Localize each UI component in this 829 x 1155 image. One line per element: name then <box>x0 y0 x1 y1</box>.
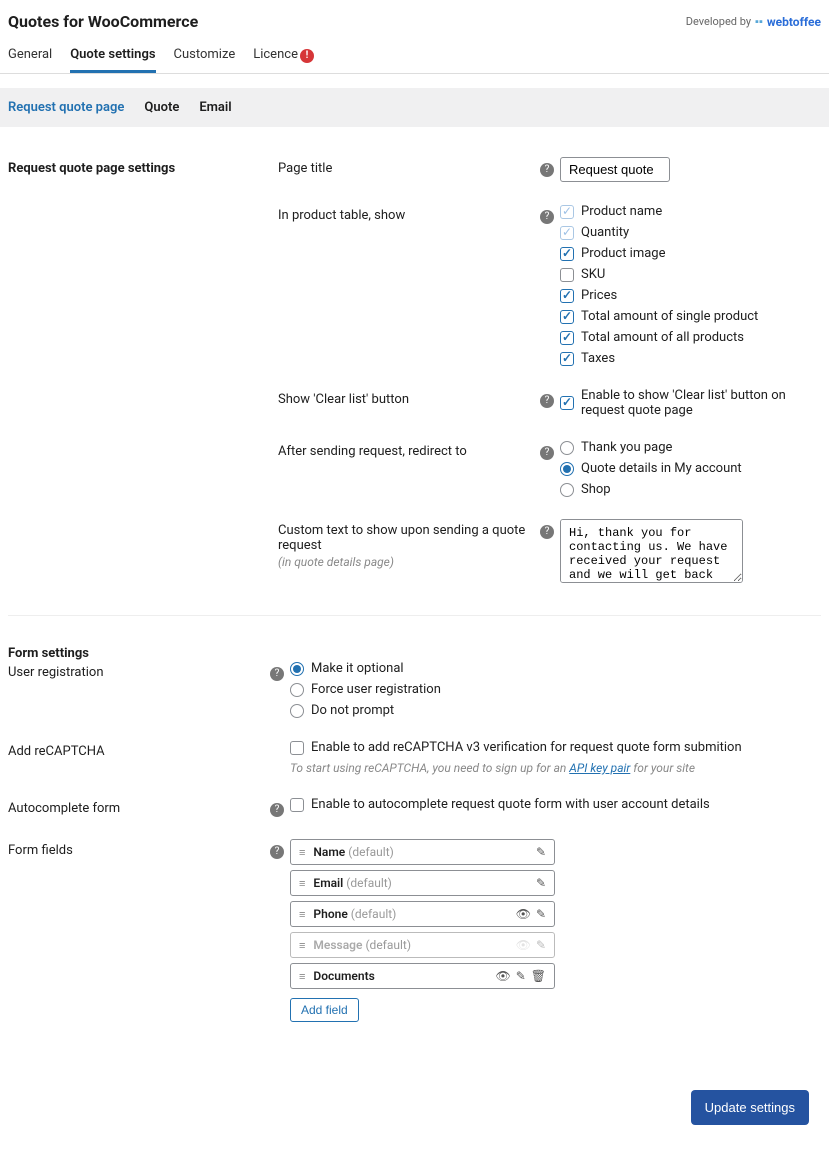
radio-userreg-0[interactable] <box>290 662 304 676</box>
eye-icon[interactable]: 👁 <box>495 969 510 983</box>
label-product-table: In product table, show <box>278 204 540 223</box>
recaptcha-note: To start using reCAPTCHA, you need to si… <box>290 761 821 775</box>
subtab-request-quote-page[interactable]: Request quote page <box>8 100 124 115</box>
page-title: Quotes for WooCommerce <box>8 12 198 31</box>
label-recaptcha: Add reCAPTCHA <box>8 740 270 759</box>
label-custom-text: Custom text to show upon sending a quote… <box>278 523 540 553</box>
form-field-message[interactable]: ≡Message (default)👁✎ <box>290 932 555 958</box>
help-icon[interactable]: ? <box>540 394 554 408</box>
checkbox-prices[interactable] <box>560 289 574 303</box>
checkbox-taxes[interactable] <box>560 352 574 366</box>
checkbox-product-image[interactable] <box>560 247 574 261</box>
label-clear-list: Show 'Clear list' button <box>278 388 540 407</box>
checkbox-total-amount-of-all-products[interactable] <box>560 331 574 345</box>
radio-userreg-1[interactable] <box>290 683 304 697</box>
radio-redirect-0[interactable] <box>560 441 574 455</box>
sub-tabs: Request quote page Quote Email <box>0 88 829 127</box>
alert-icon: ! <box>300 49 314 63</box>
subtab-email[interactable]: Email <box>199 100 231 115</box>
label-custom-text-sub: (in quote details page) <box>278 555 540 569</box>
drag-handle-icon[interactable]: ≡ <box>299 970 305 983</box>
checkbox-quantity <box>560 226 574 240</box>
api-key-pair-link[interactable]: API key pair <box>569 761 630 775</box>
radio-redirect-1[interactable] <box>560 462 574 476</box>
trash-icon[interactable]: 🗑 <box>531 969 546 983</box>
tab-licence[interactable]: Licence! <box>253 41 314 73</box>
main-tabs: General Quote settings Customize Licence! <box>0 35 829 74</box>
recaptcha-checkbox[interactable] <box>290 741 304 755</box>
help-icon[interactable]: ? <box>270 667 284 681</box>
eye-icon[interactable]: 👁 <box>516 907 531 921</box>
edit-icon[interactable]: ✎ <box>536 845 546 859</box>
form-field-phone[interactable]: ≡Phone (default)👁✎ <box>290 901 555 927</box>
edit-icon[interactable]: ✎ <box>536 876 546 890</box>
edit-icon[interactable]: ✎ <box>536 907 546 921</box>
edit-icon[interactable]: ✎ <box>516 969 526 983</box>
custom-text-textarea[interactable] <box>560 519 743 583</box>
radio-redirect-2[interactable] <box>560 483 574 497</box>
label-autocomplete: Autocomplete form <box>8 797 270 816</box>
help-icon[interactable]: ? <box>540 446 554 460</box>
autocomplete-checkbox[interactable] <box>290 798 304 812</box>
tab-quote-settings[interactable]: Quote settings <box>70 41 155 73</box>
help-icon[interactable]: ? <box>270 845 284 859</box>
section-title-form-settings: Form settings <box>8 642 278 661</box>
edit-icon[interactable]: ✎ <box>536 938 546 952</box>
help-icon[interactable]: ? <box>270 803 284 817</box>
checkbox-total-amount-of-single-product[interactable] <box>560 310 574 324</box>
add-field-button[interactable]: Add field <box>290 998 359 1022</box>
label-page-title: Page title <box>278 157 540 176</box>
tab-general[interactable]: General <box>8 41 52 73</box>
label-user-reg: User registration <box>8 661 270 680</box>
drag-handle-icon[interactable]: ≡ <box>299 908 305 921</box>
clear-list-checkbox[interactable] <box>560 396 574 410</box>
label-form-fields: Form fields <box>8 839 270 858</box>
help-icon[interactable]: ? <box>540 163 554 177</box>
drag-handle-icon[interactable]: ≡ <box>299 939 305 952</box>
checkbox-product-name <box>560 205 574 219</box>
developed-by: Developed by ▪▪ webtoffee <box>686 15 821 29</box>
drag-handle-icon[interactable]: ≡ <box>299 846 305 859</box>
label-redirect: After sending request, redirect to <box>278 440 540 459</box>
help-icon[interactable]: ? <box>540 525 554 539</box>
tab-customize[interactable]: Customize <box>174 41 236 73</box>
help-icon[interactable]: ? <box>540 210 554 224</box>
page-title-input[interactable] <box>560 157 670 182</box>
checkbox-sku[interactable] <box>560 268 574 282</box>
update-settings-button[interactable]: Update settings <box>691 1090 809 1125</box>
section-title-request-quote: Request quote page settings <box>8 157 278 587</box>
eye-off-icon[interactable]: 👁 <box>516 938 531 952</box>
radio-userreg-2[interactable] <box>290 704 304 718</box>
form-field-email[interactable]: ≡Email (default)✎ <box>290 870 555 896</box>
form-field-documents[interactable]: ≡Documents👁✎🗑 <box>290 963 555 989</box>
subtab-quote[interactable]: Quote <box>144 100 179 115</box>
drag-handle-icon[interactable]: ≡ <box>299 877 305 890</box>
form-field-name[interactable]: ≡Name (default)✎ <box>290 839 555 865</box>
